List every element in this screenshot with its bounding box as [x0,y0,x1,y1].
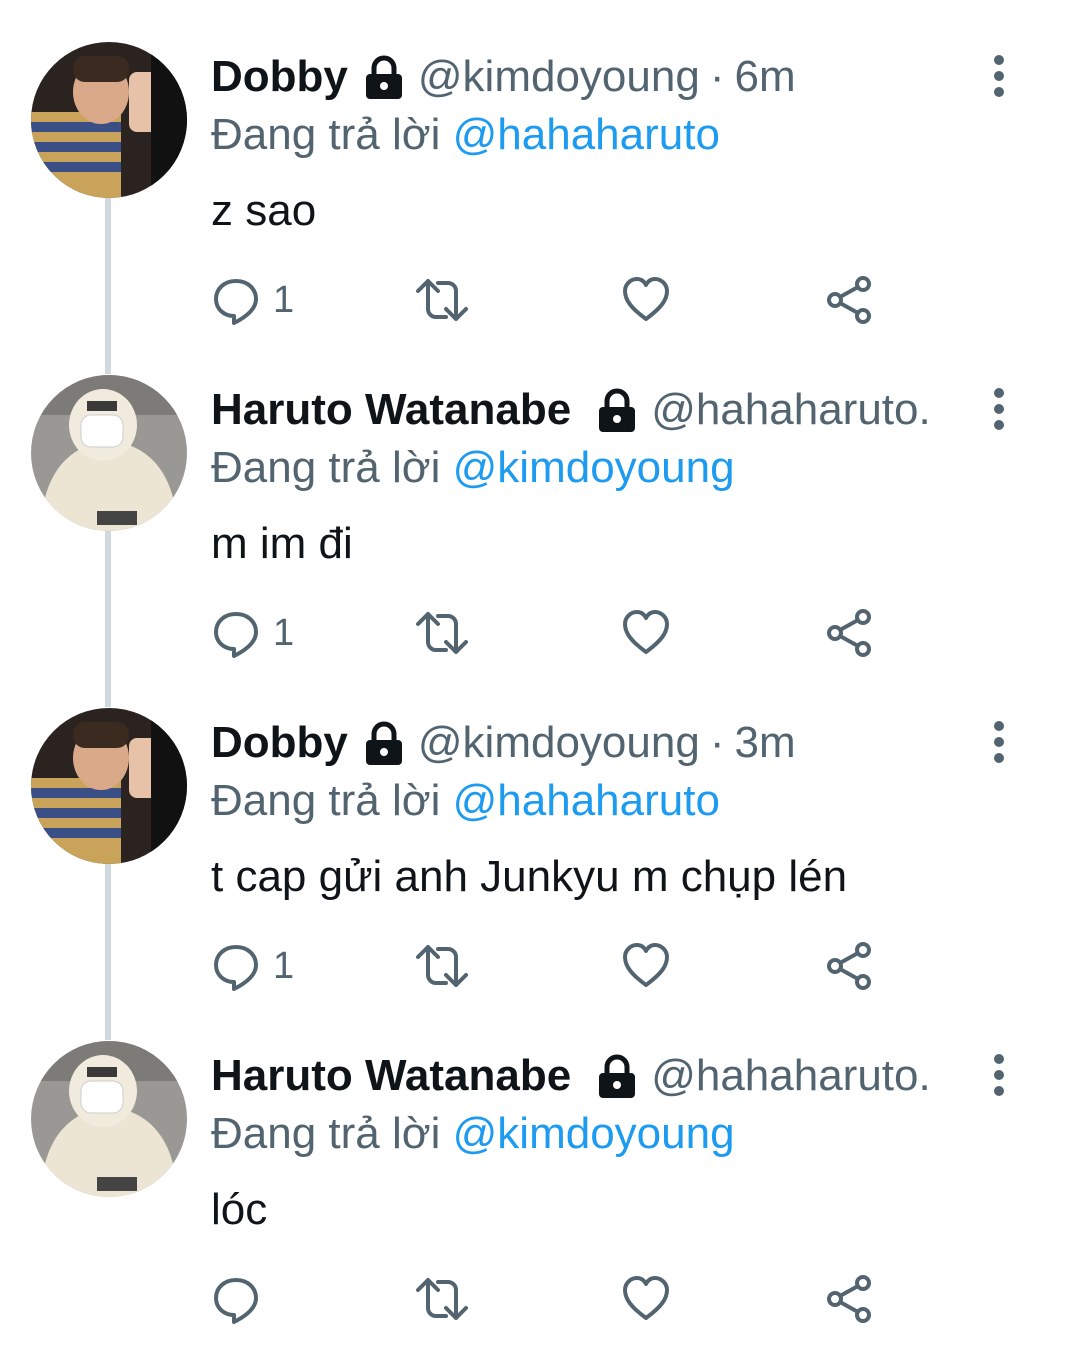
more-icon[interactable] [984,1053,1014,1097]
tweet-actions: 1 [211,938,891,994]
like-button[interactable] [621,605,671,661]
reply-icon [211,608,261,658]
share-button[interactable] [825,938,875,994]
avatar[interactable] [31,42,187,198]
retweet-icon [414,941,470,991]
tweet[interactable]: Haruto Watanabe @hahaharuto. Đang trả lờ… [0,333,1080,666]
replying-to: Đang trả lời @kimdoyoung [211,1107,735,1161]
retweet-button[interactable] [414,938,470,994]
reply-count: 1 [273,611,295,654]
share-button[interactable] [825,272,875,328]
lock-icon [593,1052,641,1100]
retweet-button[interactable] [414,1271,470,1327]
reply-icon [211,1274,261,1324]
replying-to-label: Đang trả lời [211,1109,441,1158]
handle[interactable]: @hahaharuto. [651,383,931,437]
reply-icon [211,275,261,325]
more-icon[interactable] [984,387,1014,431]
handle[interactable]: @hahaharuto. [651,1049,931,1103]
mention-link[interactable]: @kimdoyoung [453,443,735,492]
share-icon [825,275,875,325]
handle[interactable]: @kimdoyoung [418,50,700,104]
reply-button[interactable]: 1 [211,605,294,661]
like-icon [621,1274,671,1324]
avatar[interactable] [31,1041,187,1197]
replying-to: Đang trả lời @kimdoyoung [211,441,735,495]
tweet-actions [211,1271,891,1327]
replying-to-label: Đang trả lời [211,443,441,492]
reply-button[interactable]: 1 [211,272,294,328]
share-button[interactable] [825,605,875,661]
reply-count: 1 [273,278,295,321]
reply-icon [211,941,261,991]
lock-icon [360,719,408,767]
display-name[interactable]: Haruto Watanabe [211,383,571,437]
reply-button[interactable]: 1 [211,938,294,994]
tweet[interactable]: Dobby @kimdoyoung · 6m Đang trả lời @hah… [0,0,1080,333]
tweet-actions: 1 [211,605,891,661]
timestamp[interactable]: 3m [734,716,795,770]
tweet-actions: 1 [211,272,891,328]
tweet-header: Dobby @kimdoyoung · 6m [211,50,971,104]
tweet-header: Haruto Watanabe @hahaharuto. [211,1049,971,1103]
tweet-text: t cap gửi anh Junkyu m chụp lén [211,852,848,901]
retweet-icon [414,275,470,325]
display-name[interactable]: Dobby [211,50,348,104]
tweet-text: z sao [211,186,317,235]
retweet-icon [414,1274,470,1324]
lock-icon [593,386,641,434]
retweet-button[interactable] [414,605,470,661]
tweet-text: m im đi [211,519,353,568]
mention-link[interactable]: @hahaharuto [453,776,720,825]
display-name[interactable]: Haruto Watanabe [211,1049,571,1103]
tweet-header: Haruto Watanabe @hahaharuto. [211,383,971,437]
time-separator: · [709,718,725,767]
retweet-icon [414,608,470,658]
replying-to-label: Đang trả lời [211,110,441,159]
like-button[interactable] [621,938,671,994]
tweet[interactable]: Dobby @kimdoyoung · 3m Đang trả lời @hah… [0,666,1080,999]
handle[interactable]: @kimdoyoung [418,716,700,770]
replying-to: Đang trả lời @hahaharuto [211,108,720,162]
share-button[interactable] [825,1271,875,1327]
replying-to: Đang trả lời @hahaharuto [211,774,720,828]
mention-link[interactable]: @hahaharuto [453,110,720,159]
like-button[interactable] [621,272,671,328]
timestamp[interactable]: 6m [734,50,795,104]
more-icon[interactable] [984,720,1014,764]
more-icon[interactable] [984,54,1014,98]
like-icon [621,275,671,325]
like-button[interactable] [621,1271,671,1327]
like-icon [621,941,671,991]
avatar[interactable] [31,708,187,864]
tweet-header: Dobby @kimdoyoung · 3m [211,716,971,770]
share-icon [825,608,875,658]
reply-button[interactable] [211,1271,273,1327]
mention-link[interactable]: @kimdoyoung [453,1109,735,1158]
share-icon [825,941,875,991]
retweet-button[interactable] [414,272,470,328]
reply-count: 1 [273,944,295,987]
lock-icon [360,53,408,101]
like-icon [621,608,671,658]
tweet[interactable]: Haruto Watanabe @hahaharuto. Đang trả lờ… [0,999,1080,1332]
time-separator: · [709,52,725,101]
tweet-text: lóc [211,1185,268,1234]
display-name[interactable]: Dobby [211,716,348,770]
avatar[interactable] [31,375,187,531]
share-icon [825,1274,875,1324]
replying-to-label: Đang trả lời [211,776,441,825]
